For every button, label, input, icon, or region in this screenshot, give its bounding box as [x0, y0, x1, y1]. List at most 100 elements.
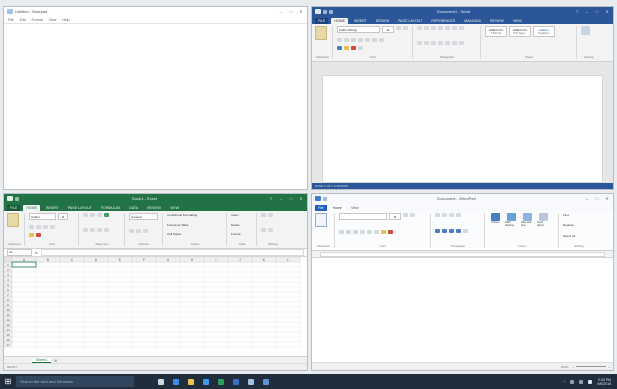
currency-icon[interactable]	[129, 229, 134, 233]
close-icon[interactable]: ✕	[298, 196, 304, 201]
help-icon[interactable]: ?	[574, 9, 580, 14]
wordpad-document-area[interactable]	[312, 258, 613, 363]
notepad-titlebar[interactable]: Untitled - Notepad – □ ✕	[4, 7, 307, 16]
close-icon[interactable]: ✕	[604, 196, 610, 201]
find-button[interactable]: Find	[563, 213, 595, 217]
wordpad-taskbar-icon[interactable]	[263, 378, 269, 385]
save-icon[interactable]	[323, 196, 327, 201]
line-spacing-icon[interactable]	[456, 213, 461, 217]
align-right-icon[interactable]	[449, 228, 454, 233]
subscript-icon[interactable]	[365, 37, 370, 42]
increase-indent-icon[interactable]	[445, 26, 450, 30]
shrink-font-icon[interactable]	[403, 26, 408, 30]
bold-icon[interactable]	[29, 224, 34, 229]
insert-cells-button[interactable]: Insert	[231, 213, 253, 217]
align-left-icon[interactable]	[435, 228, 440, 233]
strikethrough-icon[interactable]	[360, 230, 365, 234]
word-taskbar-icon[interactable]	[233, 378, 239, 385]
numbering-icon[interactable]	[424, 26, 429, 30]
multilevel-list-icon[interactable]	[431, 26, 436, 30]
notepad-text-area[interactable]	[4, 24, 307, 189]
cell-styles-button[interactable]: Cell Styles	[167, 232, 223, 236]
superscript-icon[interactable]	[372, 37, 377, 42]
notepad-taskbar-icon[interactable]	[248, 378, 254, 385]
italic-icon[interactable]	[36, 224, 41, 229]
conditional-formatting-button[interactable]: Conditional Formatting	[167, 213, 223, 217]
superscript-icon[interactable]	[374, 230, 379, 234]
store-icon[interactable]	[203, 378, 209, 385]
file-explorer-icon[interactable]	[188, 378, 194, 385]
fill-icon[interactable]	[261, 227, 266, 232]
save-icon[interactable]	[323, 9, 327, 14]
formula-input[interactable]	[40, 249, 304, 256]
decrease-indent-icon[interactable]	[438, 26, 443, 30]
network-icon[interactable]	[570, 379, 575, 384]
clock[interactable]: 2:43 PM 9/5/2015	[597, 378, 611, 386]
underline-icon[interactable]	[353, 230, 358, 234]
fx-icon[interactable]: fx	[35, 251, 38, 255]
menu-help[interactable]: Help	[62, 18, 69, 22]
underline-icon[interactable]	[351, 37, 356, 42]
name-box[interactable]: A1	[7, 249, 32, 256]
align-left-icon[interactable]	[417, 40, 422, 45]
align-center-icon[interactable]	[424, 40, 429, 45]
start-button[interactable]: ⊞	[0, 374, 16, 389]
active-cell[interactable]	[11, 261, 37, 268]
maximize-icon[interactable]: □	[594, 196, 600, 201]
subscript-icon[interactable]	[367, 230, 372, 234]
grow-font-icon[interactable]	[403, 213, 408, 217]
notification-icon[interactable]	[588, 379, 593, 384]
sort-icon[interactable]	[452, 26, 457, 30]
word-titlebar[interactable]: Document1 - Word ? – □ ✕	[312, 7, 613, 16]
edge-icon[interactable]	[173, 378, 179, 385]
font-size-dropdown[interactable]: 11	[382, 26, 394, 33]
font-color-icon[interactable]	[351, 46, 356, 51]
autosum-icon[interactable]	[261, 213, 266, 217]
shrink-font-icon[interactable]	[410, 213, 415, 217]
excel-taskbar-icon[interactable]	[218, 378, 224, 385]
zoom-out-icon[interactable]: –	[573, 365, 575, 369]
wrap-text-icon[interactable]	[104, 213, 109, 217]
font-name-dropdown[interactable]: Calibri	[29, 213, 56, 220]
find-select-icon[interactable]	[268, 227, 273, 232]
ruler[interactable]	[312, 251, 613, 258]
style-normal[interactable]: AaBbCcDc ¶ Normal	[485, 26, 507, 37]
paste-icon[interactable]	[7, 213, 19, 227]
select-all-button[interactable]: Select all	[563, 234, 595, 238]
zoom-slider[interactable]	[576, 366, 607, 367]
format-cells-button[interactable]: Format	[231, 232, 253, 236]
merge-center-icon[interactable]	[104, 227, 109, 232]
word-page[interactable]	[322, 75, 603, 183]
date-time-button[interactable]: Date and time	[521, 213, 534, 227]
maximize-icon[interactable]: □	[594, 9, 600, 14]
search-box[interactable]: Search the web and Windows	[16, 376, 134, 387]
line-spacing-icon[interactable]	[445, 40, 450, 45]
comma-icon[interactable]	[143, 229, 148, 233]
highlight-icon[interactable]	[344, 46, 349, 51]
task-view-icon[interactable]	[158, 378, 164, 385]
font-size-dropdown[interactable]: 11	[389, 213, 401, 220]
paint-drawing-button[interactable]: Paint drawing	[505, 213, 518, 227]
style-heading-1[interactable]: AaBbCc Heading 1	[533, 26, 555, 37]
save-icon[interactable]	[15, 196, 19, 201]
minimize-icon[interactable]: –	[584, 196, 590, 201]
close-icon[interactable]: ✕	[298, 9, 304, 14]
paste-icon[interactable]	[315, 26, 327, 40]
maximize-icon[interactable]: □	[288, 196, 294, 201]
align-right-icon[interactable]	[97, 227, 102, 232]
align-right-icon[interactable]	[431, 40, 436, 45]
strikethrough-icon[interactable]	[358, 37, 363, 42]
font-name-dropdown[interactable]: Calibri (Body)	[337, 26, 380, 33]
borders-icon[interactable]	[459, 40, 464, 45]
tray-expand-icon[interactable]: ^	[563, 379, 565, 384]
close-icon[interactable]: ✕	[604, 9, 610, 14]
bold-icon[interactable]	[339, 230, 344, 234]
percent-icon[interactable]	[136, 229, 141, 233]
menu-file[interactable]: File	[8, 18, 14, 22]
minimize-icon[interactable]: –	[278, 9, 284, 14]
change-case-icon[interactable]	[358, 46, 363, 51]
picture-button[interactable]: Picture	[489, 213, 502, 227]
format-as-table-button[interactable]: Format as Table	[167, 223, 223, 227]
italic-icon[interactable]	[346, 230, 351, 234]
replace-button[interactable]: Replace	[563, 223, 595, 227]
